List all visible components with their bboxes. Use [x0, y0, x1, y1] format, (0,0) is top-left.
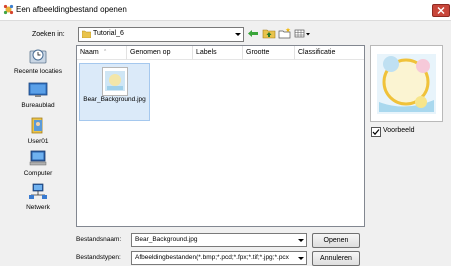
file-item[interactable]: Bear_Background.jpg — [79, 63, 150, 121]
chevron-down-icon[interactable] — [295, 252, 306, 265]
preview-label: Voorbeeld — [383, 127, 415, 134]
up-folder-button[interactable] — [262, 27, 276, 40]
places-bar: Recente locaties Bureaublad User01 Compu… — [4, 45, 72, 225]
filename-input[interactable]: Bear_Background.jpg — [131, 233, 307, 247]
filetype-value: Afbeeldingbestanden(*.bmp;*.pcd;*.fpx;*.… — [135, 254, 289, 261]
file-name: Bear_Background.jpg — [83, 96, 146, 103]
place-recent[interactable]: Recente locaties — [4, 47, 72, 75]
recent-locations-icon — [4, 47, 72, 67]
column-header-labels[interactable]: Labels — [193, 46, 243, 60]
sort-caret-icon: ⌃ — [103, 49, 108, 55]
look-in-value: Tutorial_6 — [93, 30, 124, 37]
file-list[interactable]: Naam ⌃ Genomen op Labels Grootte Classif… — [76, 45, 365, 227]
up-folder-icon — [262, 29, 276, 39]
chevron-down-icon[interactable] — [295, 234, 306, 247]
place-label: User01 — [27, 138, 49, 145]
filetype-dropdown[interactable]: Afbeeldingbestanden(*.bmp;*.pcd;*.fpx;*.… — [131, 251, 307, 265]
user-folder-icon — [4, 115, 72, 137]
filetype-label: Bestandstypen: — [76, 254, 121, 261]
place-label: Netwerk — [26, 204, 50, 211]
open-button[interactable]: Openen — [312, 233, 360, 248]
place-label: Recente locaties — [13, 68, 63, 75]
place-label: Bureaublad — [21, 102, 55, 109]
folder-icon — [81, 30, 92, 40]
column-header-classificatie[interactable]: Classificatie — [295, 46, 364, 60]
preview-checkbox[interactable] — [371, 127, 381, 137]
place-user[interactable]: User01 — [4, 115, 72, 145]
filename-value: Bear_Background.jpg — [135, 236, 198, 243]
new-folder-button[interactable] — [278, 27, 292, 40]
view-menu-button[interactable] — [294, 27, 312, 40]
window-title: Een afbeeldingbestand openen — [16, 5, 127, 14]
preview-pane — [370, 45, 443, 122]
place-label: Computer — [23, 170, 53, 177]
computer-icon — [4, 149, 72, 169]
network-icon — [4, 183, 72, 203]
back-arrow-icon — [248, 30, 258, 37]
filename-label: Bestandsnaam: — [76, 236, 122, 243]
back-button[interactable] — [246, 27, 260, 40]
close-icon — [437, 7, 445, 14]
view-grid-icon — [294, 29, 310, 38]
open-image-dialog: Een afbeeldingbestand openen Zoeken in: … — [0, 0, 451, 266]
preview-image — [377, 54, 436, 114]
new-folder-icon — [278, 27, 291, 39]
place-computer[interactable]: Computer — [4, 149, 72, 177]
checkmark-icon — [372, 129, 380, 136]
column-header-genomen-op[interactable]: Genomen op — [127, 46, 193, 60]
look-in-dropdown[interactable]: Tutorial_6 — [78, 27, 244, 42]
place-network[interactable]: Netwerk — [4, 183, 72, 211]
desktop-icon — [4, 81, 72, 101]
place-desktop[interactable]: Bureaublad — [4, 81, 72, 109]
app-icon — [3, 4, 14, 15]
column-header-naam[interactable]: Naam ⌃ — [77, 46, 127, 60]
chevron-down-icon[interactable] — [232, 28, 243, 41]
title-bar: Een afbeeldingbestand openen — [0, 0, 451, 21]
column-header-grootte[interactable]: Grootte — [243, 46, 295, 60]
image-thumbnail — [102, 67, 128, 96]
look-in-label: Zoeken in: — [32, 31, 65, 38]
cancel-button[interactable]: Annuleren — [312, 251, 360, 266]
close-button[interactable] — [432, 4, 450, 17]
